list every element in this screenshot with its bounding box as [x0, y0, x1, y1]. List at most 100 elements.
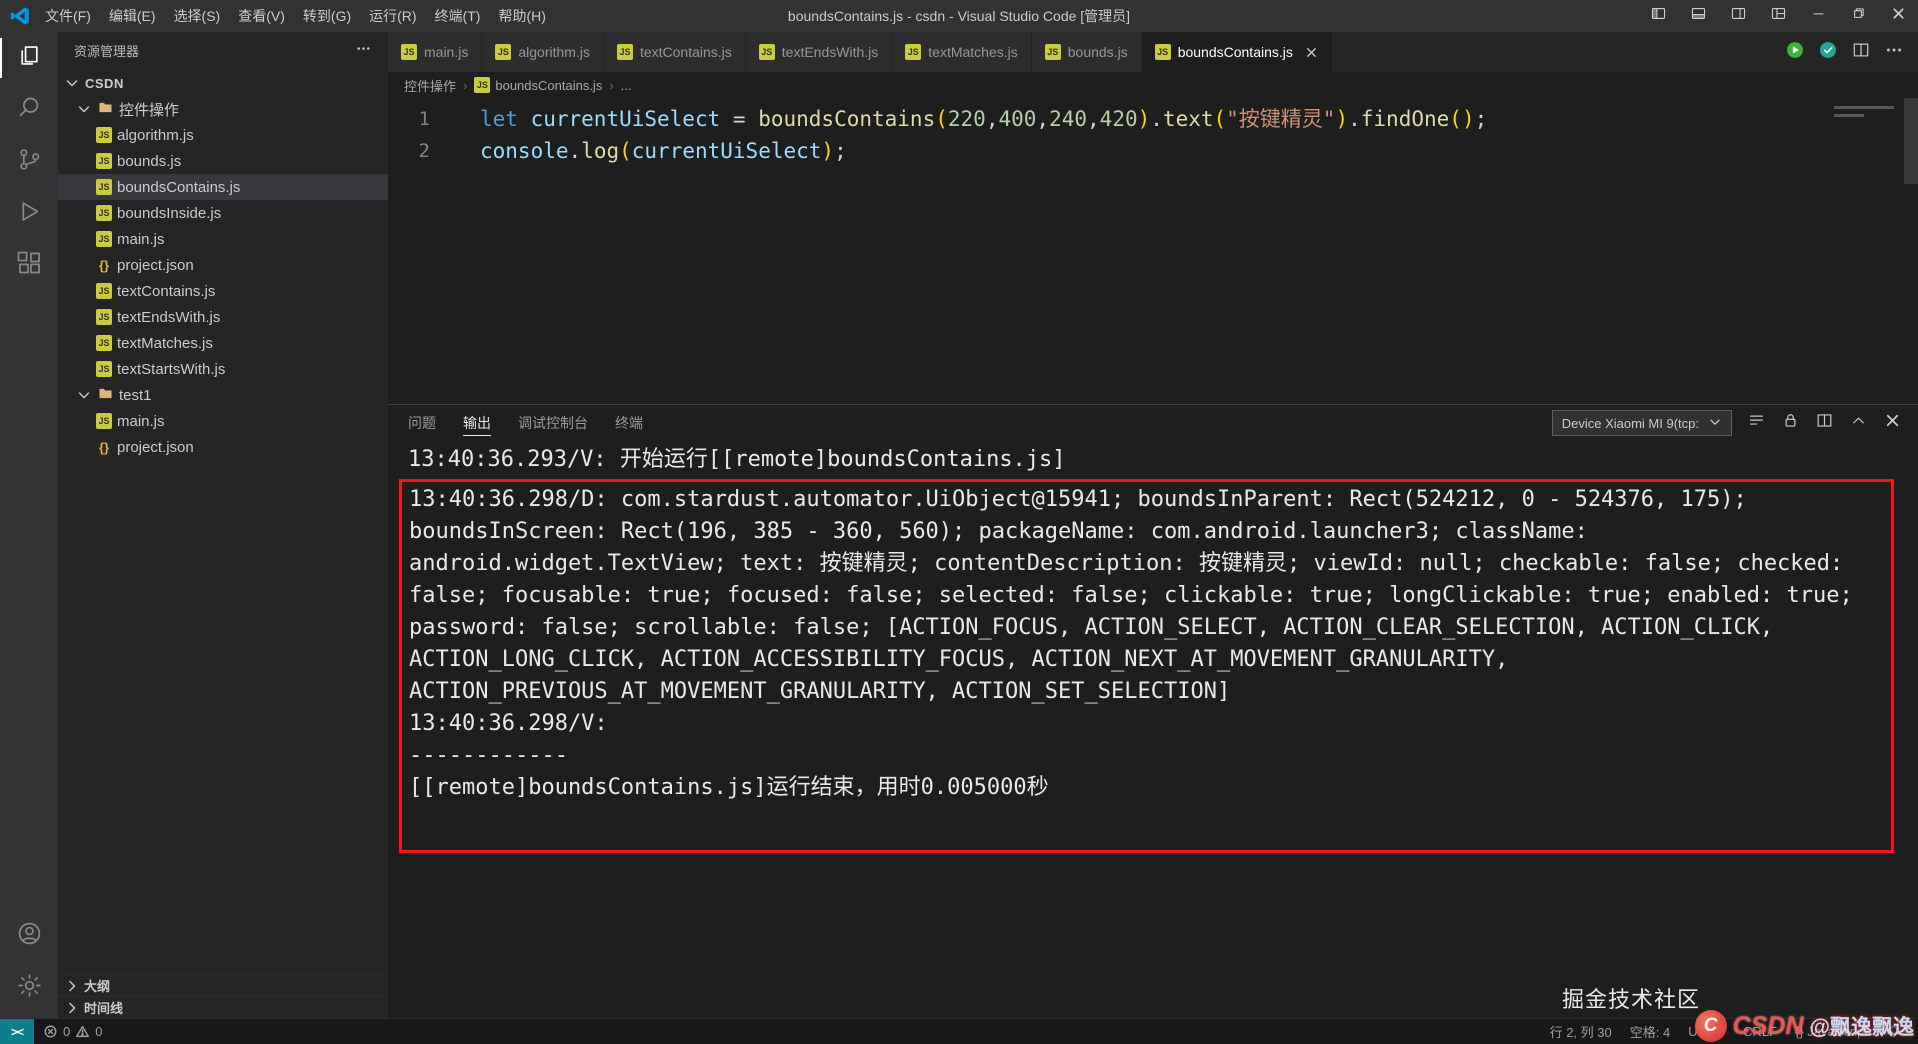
activity-settings[interactable] — [0, 962, 58, 1014]
close-panel-button[interactable] — [1883, 411, 1902, 435]
activity-explorer[interactable] — [0, 32, 58, 84]
js-file-icon: JS — [96, 283, 112, 299]
tree-item[interactable]: JS textContains.js — [58, 278, 388, 304]
tree-item[interactable]: {} project.json — [58, 252, 388, 278]
panel-header: 问题 输出 调试控制台 终端 Device Xiaomi MI 9(tcp: — [388, 405, 1918, 441]
remote-indicator-button[interactable]: >< — [0, 1019, 34, 1044]
output-line: 13:40:36.293/V: 开始运行[[remote]boundsConta… — [408, 447, 1066, 472]
toggle-sidebar-button[interactable] — [1638, 0, 1678, 32]
run-button[interactable] — [1785, 40, 1805, 65]
maximize-button[interactable] — [1838, 0, 1878, 32]
tree-item-label: bounds.js — [117, 152, 182, 170]
problems-button[interactable]: 00 — [34, 1019, 111, 1044]
explorer-sidebar: 资源管理器 CSDN 控件操作 JS algorithm.js JS bounds.js J… — [58, 32, 388, 1018]
tree-item[interactable]: 控件操作 — [58, 96, 388, 122]
indentation-button[interactable]: 空格: 4 — [1621, 1019, 1679, 1044]
tree-item[interactable]: {} project.json — [58, 434, 388, 460]
maximize-panel-button[interactable] — [1849, 411, 1868, 435]
timeline-section[interactable]: 时间线 — [58, 996, 388, 1018]
panel-controls: Device Xiaomi MI 9(tcp: — [1551, 410, 1902, 436]
settings-gear-icon — [16, 972, 43, 1004]
tab[interactable]: JS textEndsWith.js — [745, 32, 893, 72]
outline-section[interactable]: 大纲 — [58, 974, 388, 996]
output-line: 13:40:36.298/V: — [409, 711, 608, 736]
tree-item[interactable]: JS algorithm.js — [58, 122, 388, 148]
tab-label: algorithm.js — [518, 44, 590, 60]
more-actions-icon — [1884, 40, 1904, 65]
device-selector[interactable]: Device Xiaomi MI 9(tcp: — [1551, 410, 1732, 436]
tree-item[interactable]: JS bounds.js — [58, 148, 388, 174]
tree-item[interactable]: JS textMatches.js — [58, 330, 388, 356]
menu-terminal[interactable]: 终端(T) — [426, 0, 490, 32]
tree-item[interactable]: JS textEndsWith.js — [58, 304, 388, 330]
panel-tabs: 问题 输出 调试控制台 终端 — [408, 405, 670, 441]
scrollbar-thumb[interactable] — [1904, 98, 1918, 184]
clear-output-button[interactable] — [1747, 411, 1766, 435]
toggle-panel-button[interactable] — [1678, 0, 1718, 32]
run-debug-icon — [16, 198, 43, 230]
chevron-down-icon — [76, 101, 92, 117]
tab[interactable]: JS main.js — [388, 32, 483, 72]
tree-item[interactable]: CSDN — [58, 70, 388, 96]
tab[interactable]: JS bounds.js — [1031, 32, 1142, 72]
breadcrumb-item[interactable]: 控件操作 — [404, 76, 456, 95]
js-file-icon: JS — [96, 309, 112, 325]
menu-view[interactable]: 查看(V) — [229, 0, 294, 32]
close-window-button[interactable] — [1878, 0, 1918, 32]
chevron-down-icon — [64, 75, 80, 91]
layout-sidebar-right-icon — [1730, 5, 1747, 27]
tree-item[interactable]: test1 — [58, 382, 388, 408]
breadcrumb-item[interactable]: ... — [621, 78, 632, 93]
menu-file[interactable]: 文件(F) — [36, 0, 100, 32]
panel-tab-problems[interactable]: 问题 — [408, 405, 436, 441]
activity-source-control[interactable] — [0, 136, 58, 188]
minimize-button[interactable] — [1798, 0, 1838, 32]
customize-layout-button[interactable] — [1758, 0, 1798, 32]
split-editor-button[interactable] — [1851, 40, 1871, 65]
tab[interactable]: JS algorithm.js — [482, 32, 604, 72]
folder-icon — [97, 99, 114, 120]
tree-item[interactable]: JS main.js — [58, 408, 388, 434]
tab[interactable]: JS boundsContains.js — [1141, 32, 1333, 72]
menu-selection[interactable]: 选择(S) — [165, 0, 230, 32]
tree-item-label: boundsInside.js — [117, 204, 222, 222]
cursor-position-button[interactable]: 行 2, 列 30 — [1541, 1019, 1621, 1044]
js-file-icon: JS — [96, 335, 112, 351]
chevron-right-icon — [64, 978, 80, 994]
more-actions-icon[interactable] — [355, 40, 372, 60]
tab[interactable]: JS textContains.js — [603, 32, 746, 72]
more-actions-button[interactable] — [1884, 40, 1904, 65]
menu-run[interactable]: 运行(R) — [360, 0, 425, 32]
activity-extensions[interactable] — [0, 240, 58, 292]
activity-run-debug[interactable] — [0, 188, 58, 240]
menu-go[interactable]: 转到(G) — [294, 0, 360, 32]
tab[interactable]: JS textMatches.js — [892, 32, 1032, 72]
menu-bar: 文件(F) 编辑(E) 选择(S) 查看(V) 转到(G) 运行(R) 终端(T) 帮助(H) — [36, 0, 555, 32]
close-icon — [1883, 411, 1902, 435]
output-content: 13:40:36.293/V: 开始运行[[remote]boundsConta… — [388, 441, 1918, 1018]
menu-edit[interactable]: 编辑(E) — [100, 0, 165, 32]
panel-tab-debug-console[interactable]: 调试控制台 — [518, 405, 588, 441]
panel-tab-terminal[interactable]: 终端 — [615, 405, 643, 441]
activity-account[interactable] — [0, 910, 58, 962]
minimap[interactable] — [1828, 101, 1904, 173]
toggle-secondary-sidebar-button[interactable] — [1718, 0, 1758, 32]
tree-item[interactable]: JS boundsInside.js — [58, 200, 388, 226]
warning-count: 0 — [95, 1024, 103, 1039]
extensions-icon — [16, 250, 43, 282]
tree-item[interactable]: JS main.js — [58, 226, 388, 252]
tree-item[interactable]: JS textStartsWith.js — [58, 356, 388, 382]
breadcrumb-item[interactable]: JS boundsContains.js — [474, 77, 602, 93]
annotation-box: 13:40:36.298/D: com.stardust.automator.U… — [399, 479, 1894, 853]
tree-item-label: main.js — [117, 230, 165, 248]
code-area[interactable]: let currentUiSelect = boundsContains(220… — [454, 98, 1487, 404]
device-connect-button[interactable] — [1818, 40, 1838, 65]
tree-item[interactable]: JS boundsContains.js — [58, 174, 388, 200]
activity-search[interactable] — [0, 84, 58, 136]
lock-scroll-button[interactable] — [1781, 411, 1800, 435]
panel-tab-output[interactable]: 输出 — [463, 405, 491, 441]
editor-scrollbar[interactable] — [1904, 98, 1918, 404]
menu-help[interactable]: 帮助(H) — [489, 0, 554, 32]
open-in-editor-button[interactable] — [1815, 411, 1834, 435]
clear-output-icon — [1747, 411, 1766, 435]
